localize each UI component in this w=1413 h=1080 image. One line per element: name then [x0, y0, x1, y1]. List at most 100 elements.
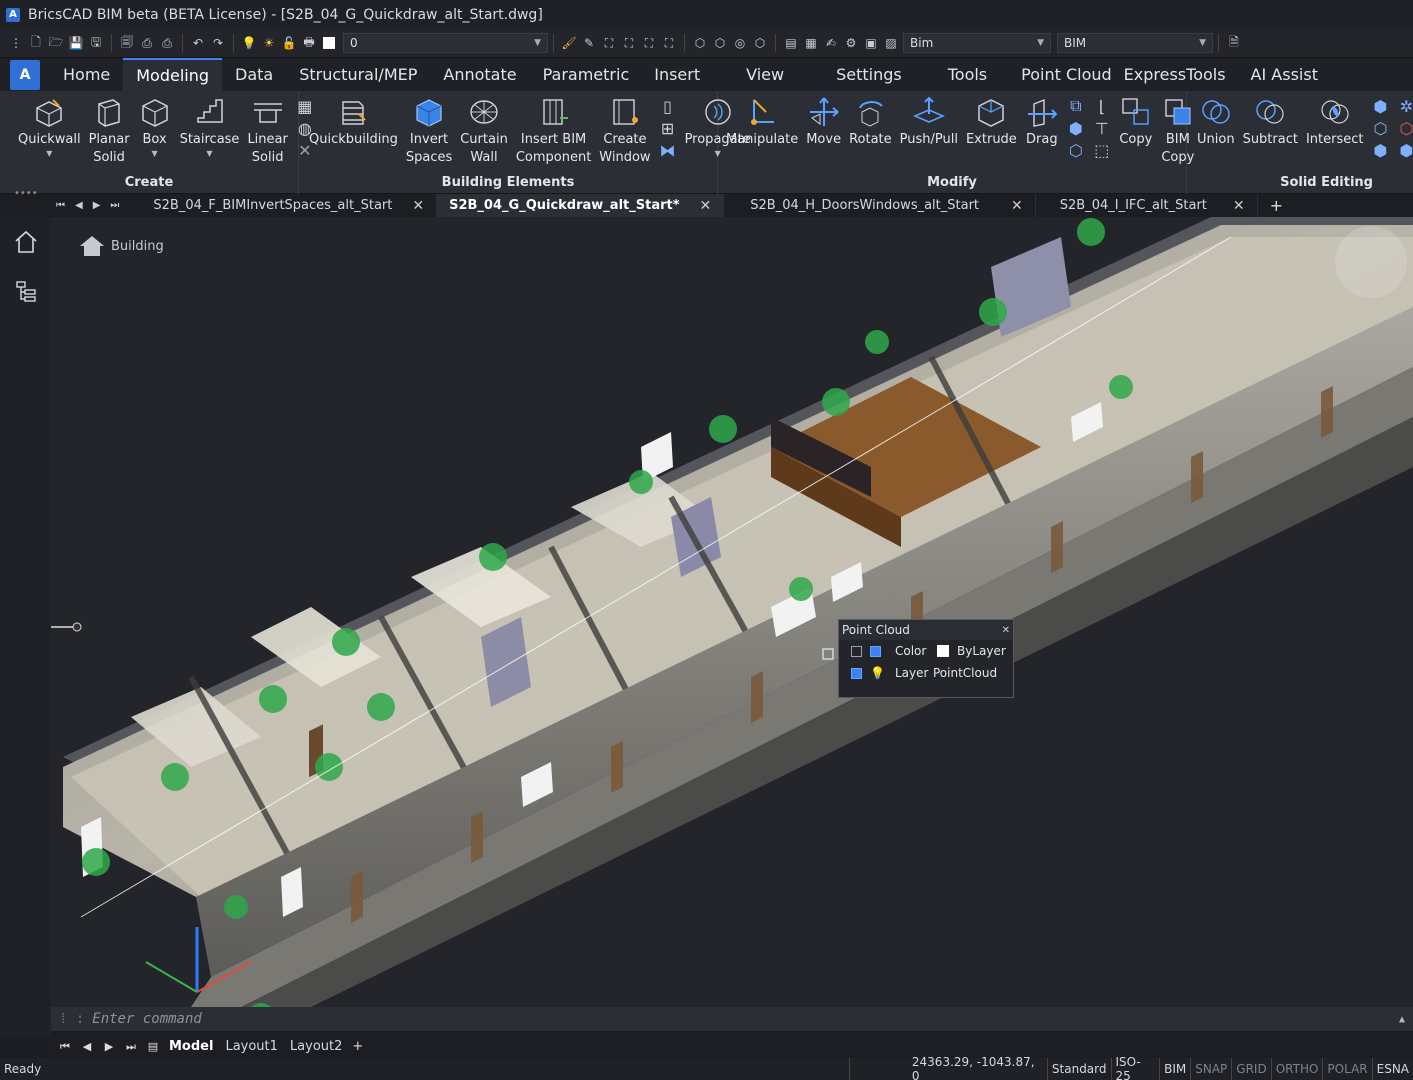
new-file-icon[interactable]: 🗋	[28, 35, 44, 51]
document-icon[interactable]: 🗎	[1226, 35, 1242, 51]
tab-parametric[interactable]: Parametric	[530, 58, 643, 91]
layer-on-icon[interactable]: 💡	[241, 35, 257, 51]
tab-structural-mep[interactable]: Structural/MEP	[286, 58, 430, 91]
polar-toggle[interactable]: POLAR	[1323, 1058, 1373, 1080]
grid-toggle[interactable]: GRID	[1232, 1058, 1272, 1080]
solid-delete-icon[interactable]: ⬡	[1398, 119, 1413, 138]
corner-icon[interactable]: ⌊	[1093, 97, 1111, 116]
close-tab-icon[interactable]: ✕	[412, 198, 424, 214]
dim-style-indicator[interactable]: ISO-25	[1112, 1055, 1161, 1080]
prev-layout-icon[interactable]: ◀	[77, 1037, 97, 1057]
command-input[interactable]: Enter command	[92, 1011, 202, 1027]
close-tab-icon[interactable]: ✕	[1233, 198, 1245, 214]
match-properties-icon[interactable]: 🖌	[561, 35, 577, 51]
save-icon[interactable]: 💾	[68, 35, 84, 51]
layer-freeze-icon[interactable]: ☀	[261, 35, 277, 51]
grid-icon[interactable]: ⊞	[659, 119, 677, 138]
solid-edge-icon[interactable]: ⬡	[1372, 119, 1390, 138]
first-layout-icon[interactable]: ⏮	[55, 1037, 75, 1057]
breadcrumb[interactable]: Building	[79, 235, 164, 257]
tab-settings[interactable]: Settings	[816, 58, 930, 91]
color-value[interactable]: ByLayer	[957, 644, 1006, 658]
next-tab-icon[interactable]: ▶	[93, 200, 101, 211]
tab-point-cloud[interactable]: Point Cloud	[1007, 58, 1118, 91]
view-iso-icon[interactable]: ⬡	[712, 35, 728, 51]
lightbulb-icon[interactable]: 💡	[870, 666, 885, 680]
view-cube-icon[interactable]: ⬡	[692, 35, 708, 51]
tab-expresstools[interactable]: ExpressTools	[1118, 58, 1238, 91]
color-checkbox[interactable]	[851, 645, 862, 657]
select-group-icon[interactable]: ⛶	[661, 35, 677, 51]
view-3d-icon[interactable]: ⬡	[752, 35, 768, 51]
tab-ai-assist[interactable]: AI Assist	[1238, 58, 1331, 91]
color-toggle[interactable]	[870, 645, 881, 657]
document-tab[interactable]: S2B_04_F_BIMInvertSpaces_alt_Start ✕	[129, 194, 438, 217]
redo-icon[interactable]: ↷	[210, 35, 226, 51]
shell-icon[interactable]: ⬡	[1067, 141, 1085, 160]
panel-icon[interactable]: ▣	[863, 35, 879, 51]
layer-print-icon[interactable]: 🖶	[301, 35, 317, 51]
select-filter-icon[interactable]: ⛶	[641, 35, 657, 51]
last-layout-icon[interactable]: ⏭	[121, 1037, 141, 1057]
view-orbit-icon[interactable]: ◎	[732, 35, 748, 51]
tab-layout1[interactable]: Layout1	[219, 1039, 283, 1054]
esnap-toggle[interactable]: ESNA	[1373, 1058, 1413, 1080]
layer-color-swatch[interactable]	[321, 35, 337, 51]
first-tab-icon[interactable]: ⏮	[56, 200, 65, 211]
draw-icon[interactable]: ✍	[823, 35, 839, 51]
batch-plot-icon[interactable]: ⎙	[159, 35, 175, 51]
settings-gear-icon[interactable]: ⚙	[843, 35, 859, 51]
close-icon[interactable]: ✕	[1002, 625, 1010, 636]
expand-up-icon[interactable]: ▲	[1399, 1014, 1405, 1025]
layer-dropdown[interactable]: 0 ▼	[343, 33, 548, 53]
document-tab-active[interactable]: S2B_04_G_Quickdraw_alt_Start* ✕	[437, 194, 725, 217]
add-layout-icon[interactable]: +	[348, 1039, 363, 1054]
save-as-icon[interactable]: 🖫	[88, 35, 104, 51]
workspace-dropdown[interactable]: Bim ▼	[903, 33, 1051, 53]
solid-separate-icon[interactable]: ⬢	[1398, 141, 1413, 160]
snap-tool-icon[interactable]: ✎	[581, 35, 597, 51]
text-style-indicator[interactable]: Standard	[1048, 1058, 1112, 1080]
snap-toggle[interactable]: SNAP	[1191, 1058, 1233, 1080]
fillet-icon[interactable]: ⬢	[1067, 119, 1085, 138]
tab-tools[interactable]: Tools	[930, 58, 1007, 91]
last-tab-icon[interactable]: ⏭	[110, 200, 119, 211]
layer-checkbox[interactable]	[851, 667, 862, 679]
tab-layout2[interactable]: Layout2	[284, 1039, 348, 1054]
explorer-icon[interactable]: ▤	[783, 35, 799, 51]
door-icon[interactable]: ▯	[659, 97, 677, 116]
layer-value[interactable]: PointCloud	[933, 666, 997, 680]
print-icon[interactable]: ⎙	[139, 35, 155, 51]
command-line[interactable]: ⁞ : Enter command ▲	[51, 1007, 1413, 1031]
layer-lock-icon[interactable]: 🔓	[281, 35, 297, 51]
prev-tab-icon[interactable]: ◀	[75, 200, 83, 211]
next-layout-icon[interactable]: ▶	[99, 1037, 119, 1057]
layout-list-icon[interactable]: ▤	[143, 1037, 163, 1057]
solid-imprint-icon[interactable]: ✲	[1398, 97, 1413, 116]
mirror-icon[interactable]: ⧓	[659, 141, 677, 160]
close-tab-icon[interactable]: ✕	[700, 198, 712, 214]
profile-dropdown[interactable]: BIM ▼	[1057, 33, 1213, 53]
align-icon[interactable]: ⬚	[1093, 141, 1111, 160]
home-panel-icon[interactable]	[0, 217, 51, 267]
coordinates-readout[interactable]: 24363.29, -1043.87, 0	[850, 1055, 1048, 1080]
select-tool-icon[interactable]: ⛶	[601, 35, 617, 51]
properties-icon[interactable]: ▦	[803, 35, 819, 51]
application-menu-button[interactable]: A	[10, 59, 40, 90]
undo-icon[interactable]: ↶	[190, 35, 206, 51]
solid-face-icon[interactable]: ⬢	[1372, 97, 1390, 116]
new-tab-icon[interactable]: +	[1270, 196, 1283, 215]
document-tab[interactable]: S2B_04_I_IFC_alt_Start ✕	[1036, 194, 1258, 217]
tab-home[interactable]: Home	[50, 58, 123, 91]
tab-insert[interactable]: Insert	[642, 58, 728, 91]
close-tab-icon[interactable]: ✕	[1011, 198, 1023, 214]
solid-body-icon[interactable]: ⬢	[1372, 141, 1390, 160]
ortho-toggle[interactable]: ORTHO	[1272, 1058, 1324, 1080]
tab-model[interactable]: Model	[163, 1039, 219, 1054]
document-tab[interactable]: S2B_04_H_DoorsWindows_alt_Start ✕	[724, 194, 1036, 217]
offset-icon[interactable]: ⧉	[1067, 96, 1085, 115]
tab-modeling[interactable]: Modeling	[123, 58, 223, 91]
print-preview-icon[interactable]: 🗐	[119, 35, 135, 51]
structure-panel-icon[interactable]	[0, 267, 51, 317]
model-viewport[interactable]: Building	[51, 217, 1413, 1007]
